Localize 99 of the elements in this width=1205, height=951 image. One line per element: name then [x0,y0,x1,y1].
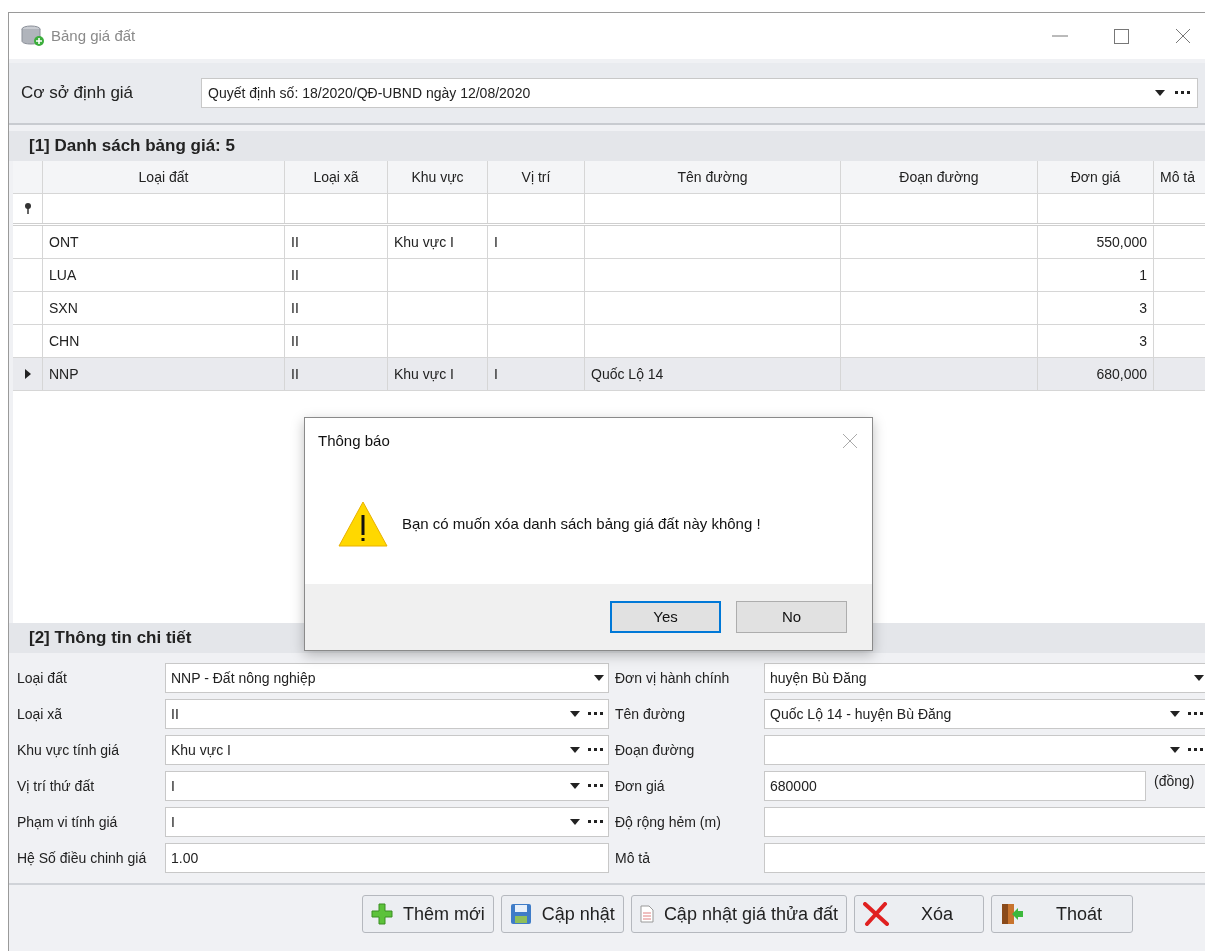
dropdown-field[interactable]: II [165,699,609,729]
table-cell-text: I [494,364,498,384]
table-cell-text: 550,000 [1096,232,1147,252]
column-header[interactable]: Loại xã [285,161,388,193]
table-cell-text: II [291,364,299,384]
filter-pin-icon[interactable] [23,203,32,214]
close-icon[interactable] [1175,28,1191,44]
section-title: [1] Danh sách bảng giá: 5 [29,135,235,158]
dialog-title: Thông báo [318,430,390,451]
action-button[interactable]: Cập nhật [500,895,624,933]
more-icon[interactable] [588,748,604,752]
save-icon [509,903,532,925]
table-cell-text: II [291,265,299,285]
table-cell-text: Khu vực I [394,364,454,384]
dialog-message: Bạn có muốn xóa danh sách bảng giá đất này không ! [402,513,761,534]
dialog-button[interactable]: No [736,601,847,633]
column-header[interactable]: Loại đất [43,161,285,193]
table-row[interactable]: LUA II 1 [13,259,1205,292]
input-field[interactable] [764,807,1205,837]
field-label: Vị trí thứ đất [16,776,96,796]
table-row[interactable]: CHN II 3 [13,325,1205,358]
dropdown-field[interactable]: I [165,771,609,801]
more-icon[interactable] [1188,748,1204,752]
document-icon [639,905,654,923]
dropdown-field[interactable]: Quyết định số: 18/2020/QĐ-UBND ngày 12/08/2020 [201,78,1198,108]
field-label: Loại xã [16,704,64,724]
field-label: Độ rộng hẻm (m) [614,812,722,832]
more-icon[interactable] [588,784,604,788]
dropdown-arrow-icon[interactable] [1194,675,1204,681]
exit-door-icon [1000,902,1025,926]
dropdown-field[interactable] [764,735,1205,765]
plus-icon [371,903,393,925]
table-cell-text: 680,000 [1096,364,1147,384]
action-button[interactable]: Xóa [854,895,985,933]
x-mark-icon [863,902,890,926]
field-label: Đoạn đường [614,740,696,760]
table-cell-text: 3 [1139,298,1147,318]
field-label: Mô tả [614,848,651,868]
dropdown-arrow-icon[interactable] [570,783,580,789]
input-field[interactable] [764,843,1205,873]
dropdown-arrow-icon[interactable] [1155,90,1165,96]
action-button[interactable]: Thoát [991,895,1134,933]
field-label: Tên đường [614,704,686,724]
dropdown-arrow-icon[interactable] [570,819,580,825]
table-row[interactable]: NNP II Khu vực I I Quốc Lộ 14 680,000 [13,358,1205,391]
input-field[interactable]: 1.00 [165,843,609,873]
dropdown-field[interactable]: NNP - Đất nông nghiệp [165,663,609,693]
input-field[interactable]: 680000 [764,771,1146,801]
dropdown-arrow-icon[interactable] [594,675,604,681]
field-label: Đơn giá [614,776,666,796]
more-icon[interactable] [588,820,604,824]
field-label: Hệ Số điều chinh giá [16,848,148,868]
section-title: [2] Thông tin chi tiết [29,627,192,650]
database-icon [21,25,45,47]
dropdown-arrow-icon[interactable] [1170,747,1180,753]
unit-label: (đồng) [1154,772,1195,791]
warning-icon [338,501,388,547]
column-header[interactable]: Mô tả [1154,161,1205,193]
field-label: Loại đất [16,668,68,688]
dialog-button[interactable]: Yes [610,601,721,633]
column-header[interactable]: Vị trí [488,161,585,193]
dropdown-arrow-icon[interactable] [570,711,580,717]
table-cell-text: Quốc Lộ 14 [591,364,664,384]
table-cell-text: SXN [49,298,78,318]
window-title: Bảng giá đất [51,25,136,46]
maximize-icon[interactable] [1114,28,1129,44]
action-button[interactable]: Cập nhật giá thửa đất [630,895,848,933]
more-icon[interactable] [1175,91,1191,95]
current-row-icon [24,369,31,379]
table-cell-text: 3 [1139,331,1147,351]
table-cell-text: II [291,298,299,318]
table-cell-text: ONT [49,232,79,252]
dropdown-field[interactable]: Khu vực I [165,735,609,765]
table-cell-text: NNP [49,364,79,384]
more-icon[interactable] [588,712,604,716]
action-button[interactable]: Thêm mới [362,895,494,933]
table-cell-text: Khu vực I [394,232,454,252]
table-cell-text: II [291,232,299,252]
table-cell-text: 1 [1139,265,1147,285]
table-cell-text: I [494,232,498,252]
field-label: Đơn vị hành chính [614,668,731,688]
more-icon[interactable] [1188,712,1204,716]
table-cell-text: LUA [49,265,77,285]
table-cell-text: II [291,331,299,351]
field-label: Phạm vi tính giá [16,812,119,832]
table-row[interactable]: SXN II 3 [13,292,1205,325]
table-row[interactable]: ONT II Khu vực I I 550,000 [13,226,1205,259]
column-header[interactable]: Tên đường [585,161,841,193]
table-cell-text: CHN [49,331,80,351]
column-header[interactable]: Đoạn đường [841,161,1038,193]
field-label: Khu vực tính giá [16,740,120,760]
dropdown-field[interactable]: huyện Bù Đăng [764,663,1205,693]
dropdown-arrow-icon[interactable] [1170,711,1180,717]
column-header[interactable]: Khu vực [388,161,488,193]
dropdown-arrow-icon[interactable] [570,747,580,753]
column-header[interactable]: Đơn giá [1038,161,1154,193]
dropdown-field[interactable]: I [165,807,609,837]
field-label: Cơ sở định giá [21,82,135,105]
dropdown-field[interactable]: Quốc Lộ 14 - huyện Bù Đăng [764,699,1205,729]
